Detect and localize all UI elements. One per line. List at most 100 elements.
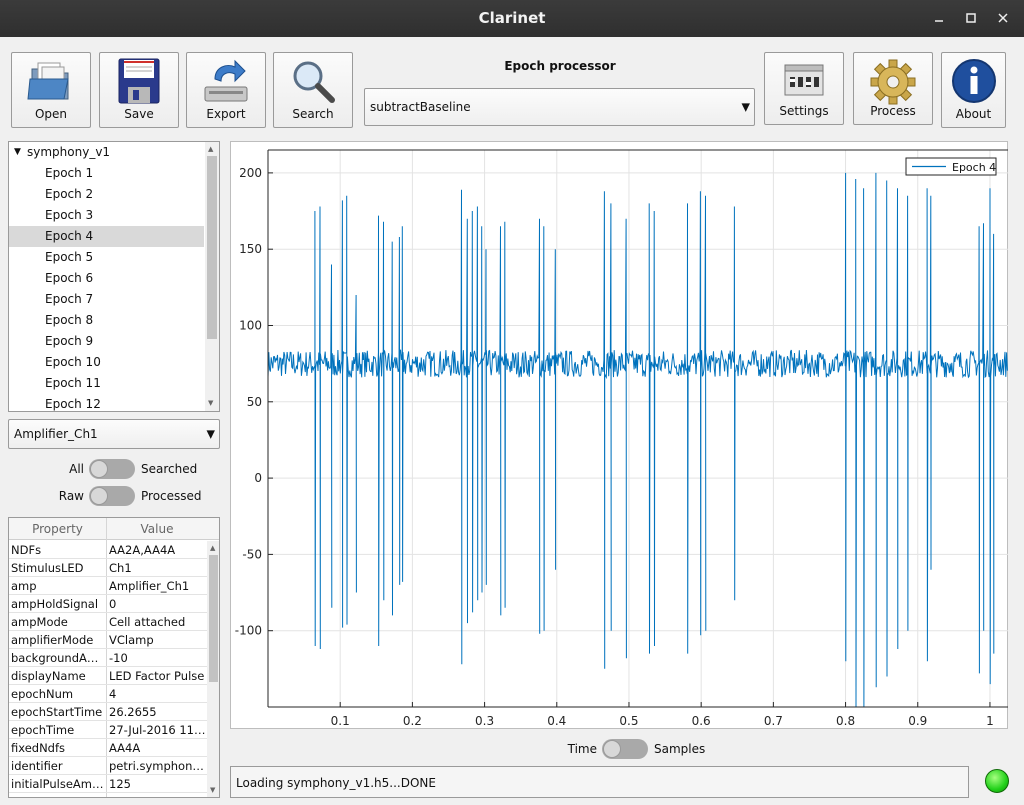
property-value: 0 (109, 597, 117, 611)
tree-item-epoch[interactable]: Epoch 9 (9, 331, 204, 352)
tree-item-epoch[interactable]: Epoch 4 (9, 226, 204, 247)
all-searched-toggle[interactable] (89, 459, 135, 479)
table-row[interactable]: amp Amplifier_Ch1 (9, 577, 207, 595)
table-row[interactable]: NDFs AA2A,AA4A (9, 541, 207, 559)
epoch-processor-select[interactable]: subtractBaseline ▼ (364, 88, 755, 126)
tree-item-epoch[interactable]: Epoch 8 (9, 310, 204, 331)
export-label: Export (206, 107, 246, 121)
table-row[interactable]: epochTime 27-Jul-2016 11:... (9, 721, 207, 739)
channel-select[interactable]: Amplifier_Ch1 ▼ (8, 419, 220, 449)
minimize-button[interactable] (928, 7, 950, 29)
minimize-icon (935, 20, 943, 22)
table-row[interactable]: StimulusLED Ch1 (9, 559, 207, 577)
y-tick-label: 0 (254, 471, 262, 485)
chevron-down-icon: ▼ (741, 100, 750, 114)
all-label: All (69, 462, 84, 476)
table-row[interactable]: epochStartTime 26.2655 (9, 703, 207, 721)
property-scrollbar[interactable]: ▲ ▼ (207, 541, 219, 797)
about-label: About (955, 107, 992, 121)
status-text: Loading symphony_v1.h5...DONE (236, 776, 436, 790)
close-button[interactable] (992, 7, 1014, 29)
title-bar: Clarinet (0, 0, 1024, 37)
table-row[interactable]: fixedNdfs AA4A (9, 739, 207, 757)
export-icon (204, 59, 248, 102)
tree-expand-icon[interactable]: ▼ (14, 142, 21, 163)
maximize-button[interactable] (960, 7, 982, 29)
table-row[interactable]: displayName LED Factor Pulse (9, 667, 207, 685)
search-label: Search (292, 107, 334, 121)
tree-item-epoch[interactable]: Epoch 11 (9, 373, 204, 394)
search-button[interactable]: Search (273, 52, 353, 128)
table-row[interactable]: backgroundAm... -10 (9, 649, 207, 667)
property-value: VClamp (109, 633, 154, 647)
scroll-down-icon[interactable]: ▼ (210, 786, 215, 794)
plot-panel: 0.1 0.2 0.3 0.4 0.5 0.6 0.7 0.8 0.9 1 -100 -50 0 50 10… (230, 141, 1008, 729)
processed-label: Processed (141, 489, 202, 503)
tree-item-epoch[interactable]: Epoch 12 (9, 394, 204, 411)
table-row[interactable]: ampHoldSignal 0 (9, 595, 207, 613)
tree-item-epoch[interactable]: Epoch 10 (9, 352, 204, 373)
time-samples-toggle[interactable] (602, 739, 648, 759)
property-value: AA4A (109, 741, 141, 755)
status-bar: Loading symphony_v1.h5...DONE (230, 766, 969, 798)
x-tick-label: 1 (986, 714, 994, 728)
tree-scrollbar[interactable]: ▲ ▼ (205, 142, 219, 411)
x-tick-label: 0.3 (475, 714, 494, 728)
property-column-header[interactable]: Property (9, 522, 106, 536)
open-button[interactable]: Open (11, 52, 91, 128)
process-button[interactable]: Process (853, 52, 933, 125)
property-name: displayName (11, 669, 86, 683)
searched-label: Searched (141, 462, 198, 476)
x-tick-label: 0.5 (619, 714, 638, 728)
property-name: backgroundAm... (11, 651, 106, 665)
property-name: StimulusLED (11, 561, 84, 575)
window-title: Clarinet (478, 9, 546, 27)
raw-label: Raw (58, 489, 84, 503)
table-row[interactable]: initialPulseAmp... 125 (9, 775, 207, 793)
tree-item-label: Epoch 9 (45, 334, 94, 348)
y-tick-label: 50 (247, 395, 262, 409)
chevron-down-icon: ▼ (206, 427, 215, 441)
property-scroll-thumb[interactable] (209, 555, 218, 682)
tree-item-label: Epoch 5 (45, 250, 94, 264)
y-tick-label: -100 (235, 624, 262, 638)
table-row[interactable]: ampMode Cell attached (9, 613, 207, 631)
property-name: ampHoldSignal (11, 597, 99, 611)
tree-item-epoch[interactable]: Epoch 2 (9, 184, 204, 205)
app-window: Clarinet Open Save Export Search Epoch p… (0, 0, 1024, 805)
tree-item-epoch[interactable]: Epoch 6 (9, 268, 204, 289)
epoch-plot[interactable]: 0.1 0.2 0.3 0.4 0.5 0.6 0.7 0.8 0.9 1 -100 -50 0 50 10… (231, 142, 1009, 730)
property-value: AA2A,AA4A (109, 543, 176, 557)
about-button[interactable]: About (941, 52, 1006, 128)
settings-button[interactable]: Settings (764, 52, 844, 125)
tree-item-epoch[interactable]: Epoch 1 (9, 163, 204, 184)
epoch-processor-value: subtractBaseline (370, 100, 471, 114)
tree-item-epoch[interactable]: Epoch 5 (9, 247, 204, 268)
table-row[interactable]: epochNum 4 (9, 685, 207, 703)
scroll-down-icon[interactable]: ▼ (208, 399, 213, 407)
settings-label: Settings (779, 104, 829, 118)
save-button[interactable]: Save (99, 52, 179, 128)
scroll-up-icon[interactable]: ▲ (210, 544, 215, 552)
table-row[interactable]: identifier petri.symphony-... (9, 757, 207, 775)
value-column-header[interactable]: Value (107, 522, 207, 536)
property-name: epochNum (11, 687, 74, 701)
y-tick-label: 200 (239, 166, 262, 180)
raw-processed-toggle[interactable] (89, 486, 135, 506)
scroll-up-icon[interactable]: ▲ (208, 145, 213, 153)
tree-item-label: Epoch 2 (45, 187, 94, 201)
export-button[interactable]: Export (186, 52, 266, 128)
tree-root-node[interactable]: ▼ symphony_v1 (9, 142, 204, 163)
channel-value: Amplifier_Ch1 (14, 427, 98, 441)
tree-scroll-thumb[interactable] (207, 156, 217, 339)
y-tick-label: 100 (239, 318, 262, 332)
property-name: initialPulseAmp... (11, 777, 106, 791)
tree-item-epoch[interactable]: Epoch 3 (9, 205, 204, 226)
tree-item-epoch[interactable]: Epoch 7 (9, 289, 204, 310)
tree-item-label: Epoch 4 (45, 229, 94, 243)
tree-item-label: Epoch 6 (45, 271, 94, 285)
toggle-knob (603, 740, 621, 758)
property-name: epochTime (11, 723, 75, 737)
property-value: Ch1 (109, 561, 132, 575)
table-row[interactable]: amplifierMode VClamp (9, 631, 207, 649)
